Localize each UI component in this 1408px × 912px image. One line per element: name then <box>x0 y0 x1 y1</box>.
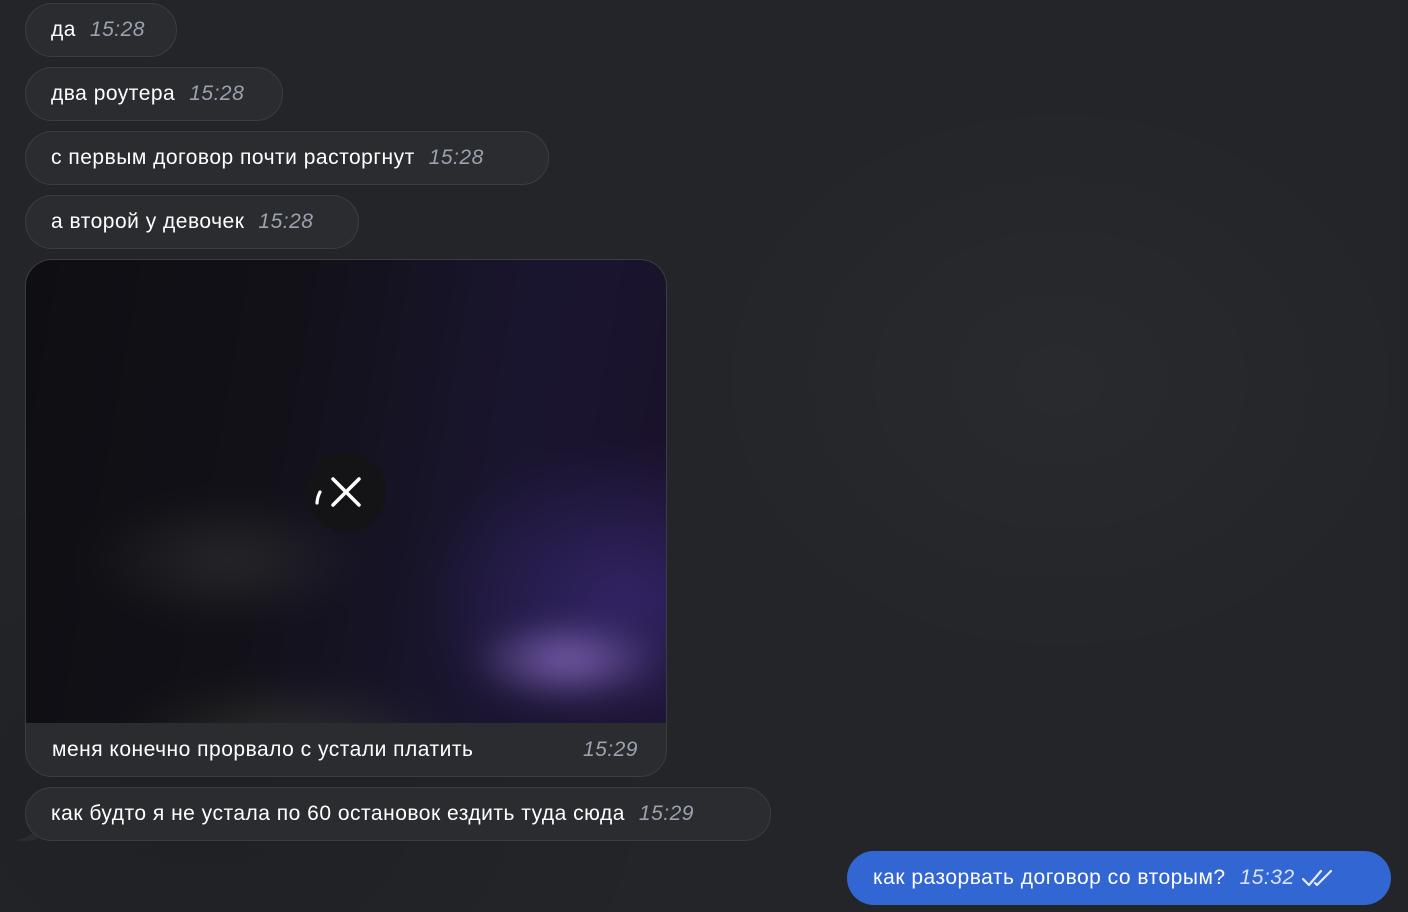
message-time: 15:28 <box>428 146 484 169</box>
message-text: как будто я не устала по 60 остановок ез… <box>51 802 625 825</box>
incoming-message[interactable]: а второй у девочек 15:28 <box>25 195 359 249</box>
message-text: а второй у девочек <box>51 210 245 233</box>
cancel-download-button[interactable] <box>306 452 386 532</box>
incoming-message[interactable]: с первым договор почти расторгнут 15:28 <box>25 131 549 185</box>
double-check-icon <box>1301 867 1335 889</box>
blurred-image-preview[interactable] <box>26 260 666 723</box>
message-text: с первым договор почти расторгнут <box>51 146 415 169</box>
incoming-message[interactable]: два роутера 15:28 <box>25 67 283 121</box>
incoming-message[interactable]: как будто я не устала по 60 остановок ез… <box>25 787 771 841</box>
message-text: да <box>51 18 76 41</box>
message-time: 15:32 <box>1239 866 1295 889</box>
message-time: 15:28 <box>89 18 145 41</box>
message-text: как разорвать договор со вторым? <box>873 866 1226 889</box>
close-icon <box>315 477 361 507</box>
message-time: 15:29 <box>582 738 638 761</box>
media-caption: меня конечно прорвало с устали платить <box>52 738 474 761</box>
message-time: 15:28 <box>189 82 245 105</box>
message-text: два роутера <box>51 82 176 105</box>
media-message[interactable]: меня конечно прорвало с устали платить 1… <box>25 259 667 777</box>
incoming-message[interactable]: да 15:28 <box>25 3 177 57</box>
message-time: 15:28 <box>258 210 314 233</box>
outgoing-message[interactable]: как разорвать договор со вторым? 15:32 <box>847 851 1391 905</box>
media-caption-row: меня конечно прорвало с устали платить 1… <box>26 723 666 776</box>
message-time: 15:29 <box>638 802 694 825</box>
